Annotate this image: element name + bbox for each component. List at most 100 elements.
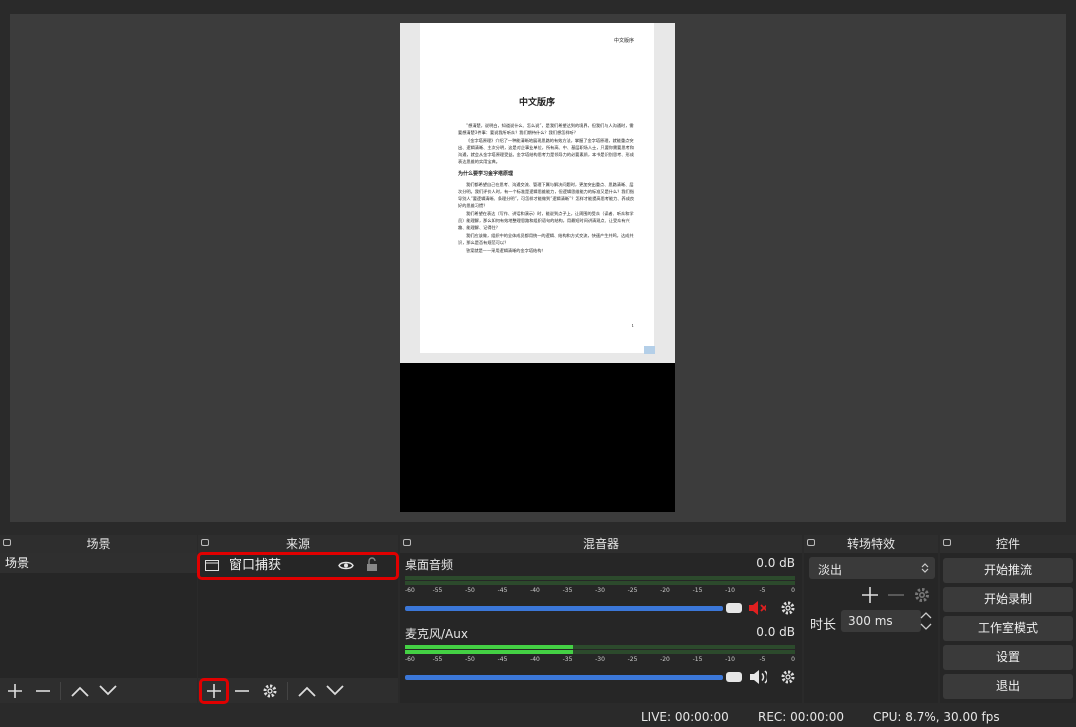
add-transition-button[interactable] bbox=[861, 586, 879, 604]
duration-input[interactable]: 300 ms bbox=[841, 610, 921, 632]
exit-button[interactable]: 退出 bbox=[943, 674, 1073, 699]
sources-title: 来源 bbox=[285, 537, 310, 551]
scene-item[interactable]: 场景 bbox=[0, 553, 197, 573]
transitions-dock: 转场特效 淡出 时长 300 ms bbox=[804, 535, 938, 703]
live-status: LIVE: 00:00:00 bbox=[641, 710, 729, 724]
volume-slider-handle[interactable] bbox=[726, 672, 742, 682]
doc-paragraph: 我们应该做，组织中的全体成员都用统一的逻辑、结构和方式交流，快速产生共鸣，达成共… bbox=[458, 233, 634, 245]
meter-fill bbox=[405, 645, 573, 649]
move-scene-up-button[interactable] bbox=[67, 680, 93, 702]
scenes-title: 场景 bbox=[86, 537, 111, 551]
volume-meter bbox=[405, 645, 795, 649]
meter-scale: -60 -55 -50 -45 -40 -35 -30 -25 -20 -15 -10 -5 0 bbox=[405, 587, 795, 594]
duration-value: 300 ms bbox=[848, 614, 893, 628]
channel-db: 0.0 dB bbox=[756, 556, 795, 570]
updown-chevron-icon bbox=[921, 563, 929, 573]
meter-tick-label: -50 bbox=[465, 587, 475, 594]
plus-icon bbox=[8, 683, 22, 698]
meter-tick-label: -5 bbox=[759, 656, 766, 663]
doc-paragraph: 我们都希望自己在思考、沟通交流、管理下属与解决问题时，更加突出重点、思路清晰、层… bbox=[458, 182, 635, 208]
source-item[interactable]: 窗口捕获 bbox=[197, 552, 399, 580]
transition-settings-button[interactable] bbox=[913, 586, 931, 604]
rec-status: REC: 00:00:00 bbox=[758, 710, 845, 724]
window-icon bbox=[205, 560, 219, 571]
scenes-list: 场景 bbox=[0, 553, 197, 703]
meter-tick-label: -35 bbox=[562, 587, 573, 594]
undock-icon[interactable] bbox=[201, 539, 209, 546]
cpu-status: CPU: 8.7%, 30.00 fps bbox=[873, 710, 1000, 724]
studio-mode-button[interactable]: 工作室模式 bbox=[943, 616, 1073, 641]
speaker-muted-icon bbox=[749, 601, 766, 615]
transition-select[interactable]: 淡出 bbox=[809, 557, 935, 579]
meter-tick-label: -55 bbox=[432, 587, 443, 594]
scenes-dock: 场景 场景 bbox=[0, 535, 197, 703]
preview-area[interactable]: 中文版序 中文版序 “想清楚，说明白，知道说什么、怎么说”，是我们希望达到的境界… bbox=[10, 14, 1066, 522]
undock-icon[interactable] bbox=[403, 539, 411, 546]
meter-fill bbox=[405, 650, 573, 654]
channel-settings-button[interactable] bbox=[779, 668, 797, 686]
undock-icon[interactable] bbox=[3, 539, 11, 546]
lock-icon[interactable] bbox=[366, 557, 378, 572]
doc-corner-marker bbox=[644, 346, 655, 354]
minus-icon bbox=[36, 689, 50, 692]
settings-button[interactable]: 设置 bbox=[943, 645, 1073, 670]
move-source-up-button[interactable] bbox=[294, 680, 320, 702]
document-page: 中文版序 中文版序 “想清楚，说明白，知道说什么、怎么说”，是我们希望达到的境界… bbox=[420, 23, 654, 353]
mute-button[interactable] bbox=[748, 599, 766, 617]
sources-dock-title: 来源 bbox=[198, 535, 398, 553]
channel-settings-button[interactable] bbox=[779, 599, 797, 617]
doc-running-header: 中文版序 bbox=[613, 38, 634, 44]
volume-meter bbox=[405, 650, 795, 654]
chevron-down-icon bbox=[326, 684, 344, 695]
eye-icon[interactable] bbox=[338, 560, 354, 571]
channel-db: 0.0 dB bbox=[756, 625, 795, 639]
undock-icon[interactable] bbox=[807, 539, 815, 546]
controls-dock-title: 控件 bbox=[940, 535, 1076, 553]
start-recording-button[interactable]: 开始录制 bbox=[943, 587, 1073, 612]
meter-tick-label: -25 bbox=[627, 656, 638, 663]
volume-slider[interactable] bbox=[405, 606, 723, 611]
mute-button[interactable] bbox=[749, 668, 767, 686]
mixer-body: 桌面音频 0.0 dB -60 -55 -50 -45 -40 -35 -30 -25 -20-… bbox=[400, 553, 802, 703]
meter-tick-label: -30 bbox=[595, 587, 605, 594]
volume-slider-handle[interactable] bbox=[726, 603, 742, 613]
undock-icon[interactable] bbox=[943, 539, 951, 546]
remove-scene-button[interactable] bbox=[30, 680, 56, 702]
channel-name: 桌面音频 bbox=[405, 558, 454, 572]
doc-title: 中文版序 bbox=[518, 98, 555, 108]
gear-icon bbox=[781, 670, 795, 684]
remove-transition-button[interactable] bbox=[887, 586, 905, 604]
meter-tick-label: -5 bbox=[759, 587, 766, 594]
meter-tick-label: 0 bbox=[791, 587, 795, 594]
controls-title: 控件 bbox=[995, 537, 1020, 551]
doc-paragraph: 《金字塔原理》介绍了一种能清晰地展现思路的有效方法，掌握了金字塔原理，就能重点突… bbox=[458, 138, 634, 164]
volume-meter bbox=[405, 581, 795, 585]
transition-select-value: 淡出 bbox=[818, 563, 843, 577]
add-source-button[interactable] bbox=[199, 677, 229, 704]
volume-slider[interactable] bbox=[405, 675, 723, 680]
doc-page-number: 1 bbox=[631, 323, 634, 328]
volume-meter bbox=[405, 576, 795, 580]
controls-body: 开始推流 开始录制 工作室模式 设置 退出 bbox=[940, 553, 1076, 703]
remove-source-button[interactable] bbox=[229, 680, 255, 702]
gear-icon bbox=[263, 684, 277, 697]
source-properties-button[interactable] bbox=[257, 680, 283, 702]
meter-tick-label: -30 bbox=[595, 656, 605, 663]
meter-tick-label: -50 bbox=[465, 656, 475, 663]
meter-tick-label: 0 bbox=[791, 656, 795, 663]
start-streaming-button[interactable]: 开始推流 bbox=[943, 558, 1073, 583]
captured-window: 中文版序 中文版序 “想清楚，说明白，知道说什么、怎么说”，是我们希望达到的境界… bbox=[400, 23, 675, 363]
move-scene-down-button[interactable] bbox=[95, 680, 121, 702]
move-source-down-button[interactable] bbox=[322, 680, 348, 702]
doc-paragraph: 我们希望在表达（写作、讲话和演示）时，能说到点子上，让周围的受众（读者、听众和学… bbox=[458, 211, 634, 230]
meter-tick-label: -45 bbox=[497, 587, 508, 594]
meter-tick-label: -55 bbox=[432, 656, 443, 663]
duration-stepper[interactable] bbox=[918, 610, 934, 632]
meter-tick-label: -45 bbox=[497, 656, 508, 663]
status-bar: LIVE: 00:00:00 REC: 00:00:00 CPU: 8.7%, … bbox=[0, 705, 1076, 727]
transitions-title: 转场特效 bbox=[846, 537, 895, 551]
meter-tick-label: -15 bbox=[692, 656, 703, 663]
add-scene-button[interactable] bbox=[2, 680, 28, 702]
speaker-icon bbox=[750, 670, 767, 684]
meter-tick-label: -60 bbox=[405, 587, 415, 594]
